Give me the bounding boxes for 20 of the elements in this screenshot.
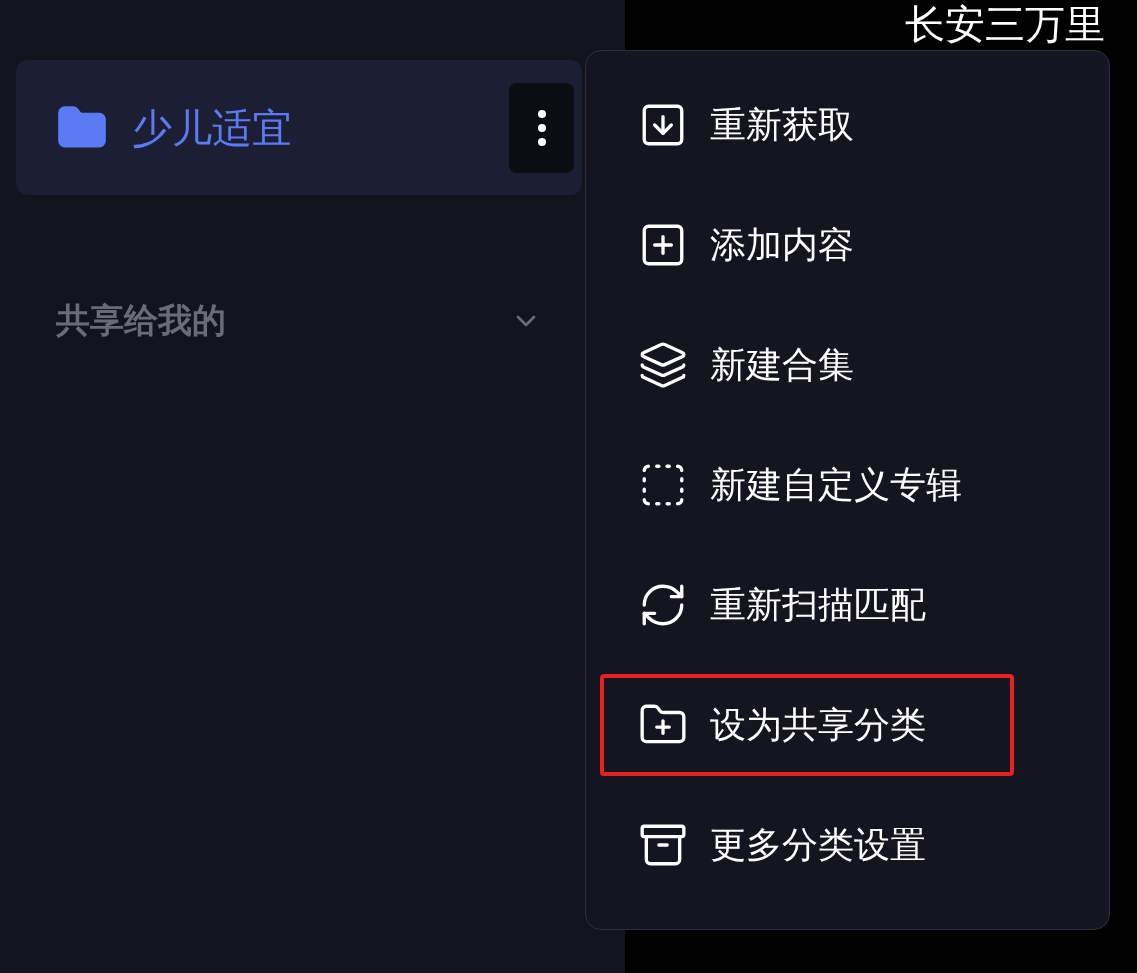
menu-item[interactable]: 重新扫描匹配: [600, 554, 1014, 656]
video-title: 长安三万里: [905, 4, 1105, 44]
menu-item-label: 重新扫描匹配: [710, 583, 926, 627]
menu-item[interactable]: 添加内容: [600, 194, 1014, 296]
sidebar-item-label: 少儿适宜: [132, 103, 292, 153]
menu-item[interactable]: 重新获取: [600, 74, 1014, 176]
menu-item[interactable]: 新建合集: [600, 314, 1014, 416]
more-icon: [537, 109, 546, 146]
menu-item-label: 新建合集: [710, 343, 854, 387]
menu-item-label: 添加内容: [710, 223, 854, 267]
menu-item[interactable]: 设为共享分类: [600, 674, 1014, 776]
sidebar-item[interactable]: 少儿适宜: [16, 60, 582, 195]
menu-item-label: 新建自定义专辑: [710, 463, 962, 507]
menu-item-label: 设为共享分类: [710, 703, 926, 747]
menu-item-label: 重新获取: [710, 103, 854, 147]
menu-item-label: 更多分类设置: [710, 823, 926, 867]
menu-item[interactable]: 新建自定义专辑: [600, 434, 1014, 536]
menu-item[interactable]: 更多分类设置: [600, 794, 1014, 896]
more-button[interactable]: [509, 82, 574, 173]
section-header[interactable]: 共享给我的: [56, 295, 226, 346]
